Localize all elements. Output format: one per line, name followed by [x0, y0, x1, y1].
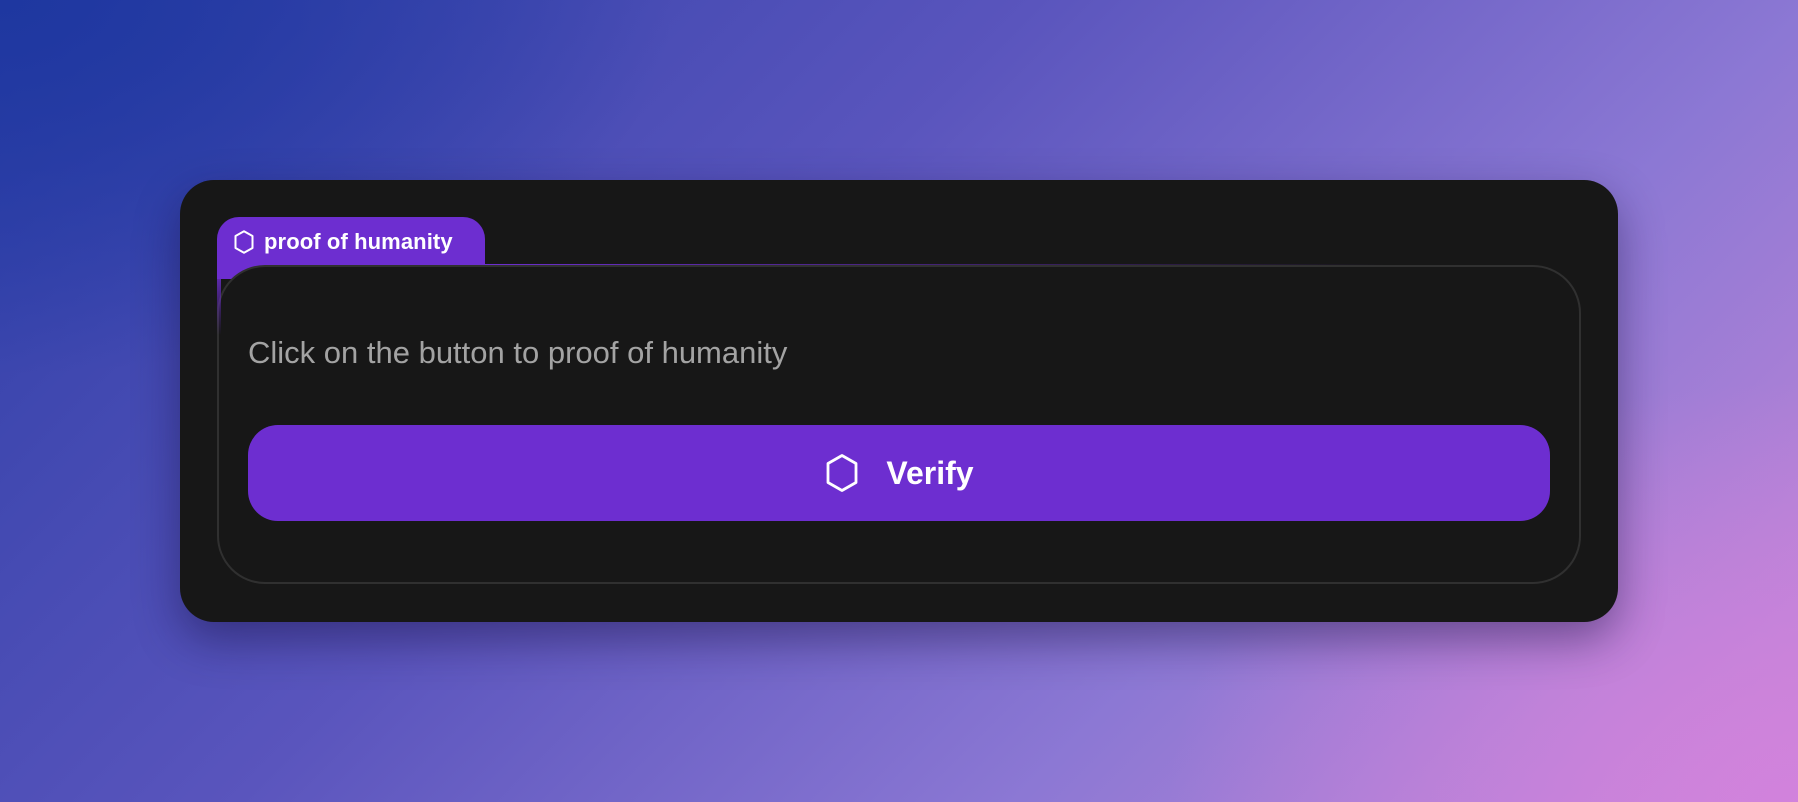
verification-prompt: Click on the button to proof of humanity — [248, 335, 788, 370]
panel-accent-line — [217, 265, 221, 335]
tab-label: proof of humanity — [264, 229, 453, 254]
verify-button[interactable]: Verify — [248, 425, 1550, 521]
verification-panel: Click on the button to proof of humanity… — [217, 265, 1581, 584]
proof-of-humanity-widget: proof of humanity Click on the button to… — [180, 180, 1618, 622]
shield-icon — [232, 229, 256, 255]
verify-button-label: Verify — [886, 455, 974, 491]
shield-icon — [824, 453, 860, 493]
